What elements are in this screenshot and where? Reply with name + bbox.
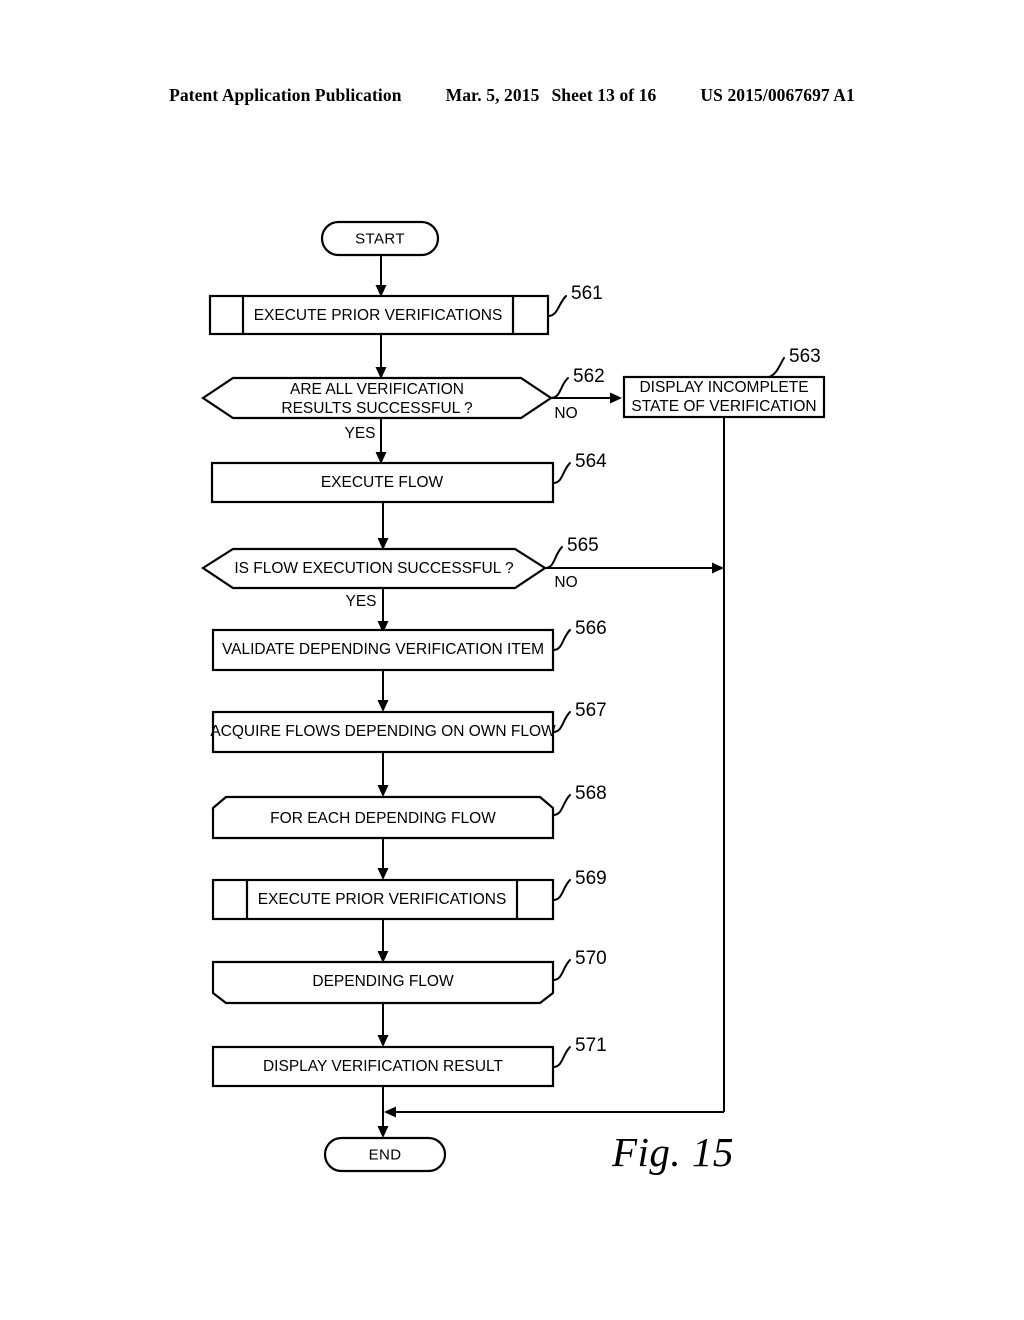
ref-number-569: 569 xyxy=(575,868,607,889)
ref-number-563: 563 xyxy=(789,346,821,367)
connector-565-no-to-rail: NO xyxy=(545,562,724,591)
node-570-label: DEPENDING FLOW xyxy=(312,973,454,990)
branch-label-yes-562: YES xyxy=(344,425,375,442)
ref-number-566: 566 xyxy=(575,618,607,639)
connector-start-to-561 xyxy=(375,255,387,297)
node-565-label: IS FLOW EXECUTION SUCCESSFUL ? xyxy=(234,560,514,577)
node-563-label-line1: DISPLAY INCOMPLETE xyxy=(639,379,808,396)
branch-label-no-565: NO xyxy=(554,574,577,591)
connector-right-rail-merge xyxy=(384,417,725,1118)
node-561-label: EXECUTE PRIOR VERIFICATIONS xyxy=(254,307,503,324)
connector-570-to-571 xyxy=(377,1003,389,1047)
flowchart-node-563: DISPLAY INCOMPLETE STATE OF VERIFICATION xyxy=(622,375,826,419)
ref-number-562: 562 xyxy=(573,366,605,387)
flowchart-node-567: ACQUIRE FLOWS DEPENDING ON OWN FLOW xyxy=(210,710,556,754)
connector-562-yes-to-564: YES xyxy=(344,418,387,464)
ref-leader-565: 565 xyxy=(544,535,599,569)
ref-leader-571: 571 xyxy=(552,1035,607,1068)
figure-caption: Fig. 15 xyxy=(612,1129,734,1175)
ref-number-565: 565 xyxy=(567,535,599,556)
connector-567-to-568 xyxy=(377,752,389,797)
flowchart-node-561: EXECUTE PRIOR VERIFICATIONS xyxy=(208,294,550,336)
ref-number-567: 567 xyxy=(575,700,607,721)
node-569-label: EXECUTE PRIOR VERIFICATIONS xyxy=(258,891,507,908)
ref-number-571: 571 xyxy=(575,1035,607,1056)
ref-leader-569: 569 xyxy=(552,868,607,901)
flowchart-node-565: IS FLOW EXECUTION SUCCESSFUL ? xyxy=(200,547,548,590)
flowchart-diagram: START EXECUTE PRIOR VERIFICATIONS 561 AR… xyxy=(200,220,826,1173)
end-label: END xyxy=(369,1146,402,1163)
ref-leader-561: 561 xyxy=(547,283,603,317)
ref-number-568: 568 xyxy=(575,783,607,804)
ref-number-564: 564 xyxy=(575,451,607,472)
node-563-label-line2: STATE OF VERIFICATION xyxy=(631,398,816,415)
connector-566-to-567 xyxy=(377,670,389,712)
flowchart-node-571: DISPLAY VERIFICATION RESULT xyxy=(211,1045,555,1088)
node-567-label: ACQUIRE FLOWS DEPENDING ON OWN FLOW xyxy=(210,723,556,740)
ref-leader-568: 568 xyxy=(552,783,607,816)
start-label: START xyxy=(355,230,405,247)
branch-label-yes-565: YES xyxy=(345,593,376,610)
node-562-label-line2: RESULTS SUCCESSFUL ? xyxy=(281,400,473,417)
flowchart-node-569: EXECUTE PRIOR VERIFICATIONS xyxy=(211,878,555,921)
connector-565-yes-to-566: YES xyxy=(345,588,389,633)
flowchart-node-570: DEPENDING FLOW xyxy=(211,960,555,1005)
connector-568-to-569 xyxy=(377,838,389,880)
flowchart-node-566: VALIDATE DEPENDING VERIFICATION ITEM xyxy=(211,628,555,672)
node-568-label: FOR EACH DEPENDING FLOW xyxy=(270,810,496,827)
ref-leader-562: 562 xyxy=(550,366,605,399)
flowchart-node-562: ARE ALL VERIFICATION RESULTS SUCCESSFUL … xyxy=(201,376,553,420)
connector-564-to-565 xyxy=(377,502,389,550)
node-564-label: EXECUTE FLOW xyxy=(321,474,444,491)
flowchart-node-end: END xyxy=(323,1136,447,1173)
patent-figure-page: Patent Application Publication Mar. 5, 2… xyxy=(0,0,1024,1320)
ref-number-570: 570 xyxy=(575,948,607,969)
connector-569-to-570 xyxy=(377,919,389,963)
node-566-label: VALIDATE DEPENDING VERIFICATION ITEM xyxy=(222,641,544,658)
ref-leader-566: 566 xyxy=(552,618,607,651)
ref-leader-564: 564 xyxy=(552,451,607,484)
connector-561-to-562 xyxy=(375,334,387,379)
ref-leader-567: 567 xyxy=(552,700,607,733)
connector-562-no-to-563: NO xyxy=(551,392,622,422)
ref-leader-570: 570 xyxy=(552,948,607,981)
node-571-label: DISPLAY VERIFICATION RESULT xyxy=(263,1058,504,1075)
flowchart-node-564: EXECUTE FLOW xyxy=(210,461,555,504)
ref-leader-563: 563 xyxy=(768,346,821,378)
flowchart-node-568: FOR EACH DEPENDING FLOW xyxy=(211,795,555,840)
node-562-label-line1: ARE ALL VERIFICATION xyxy=(290,381,464,398)
ref-number-561: 561 xyxy=(571,283,603,304)
flowchart-node-start: START xyxy=(320,220,440,257)
branch-label-no-562: NO xyxy=(554,405,577,422)
